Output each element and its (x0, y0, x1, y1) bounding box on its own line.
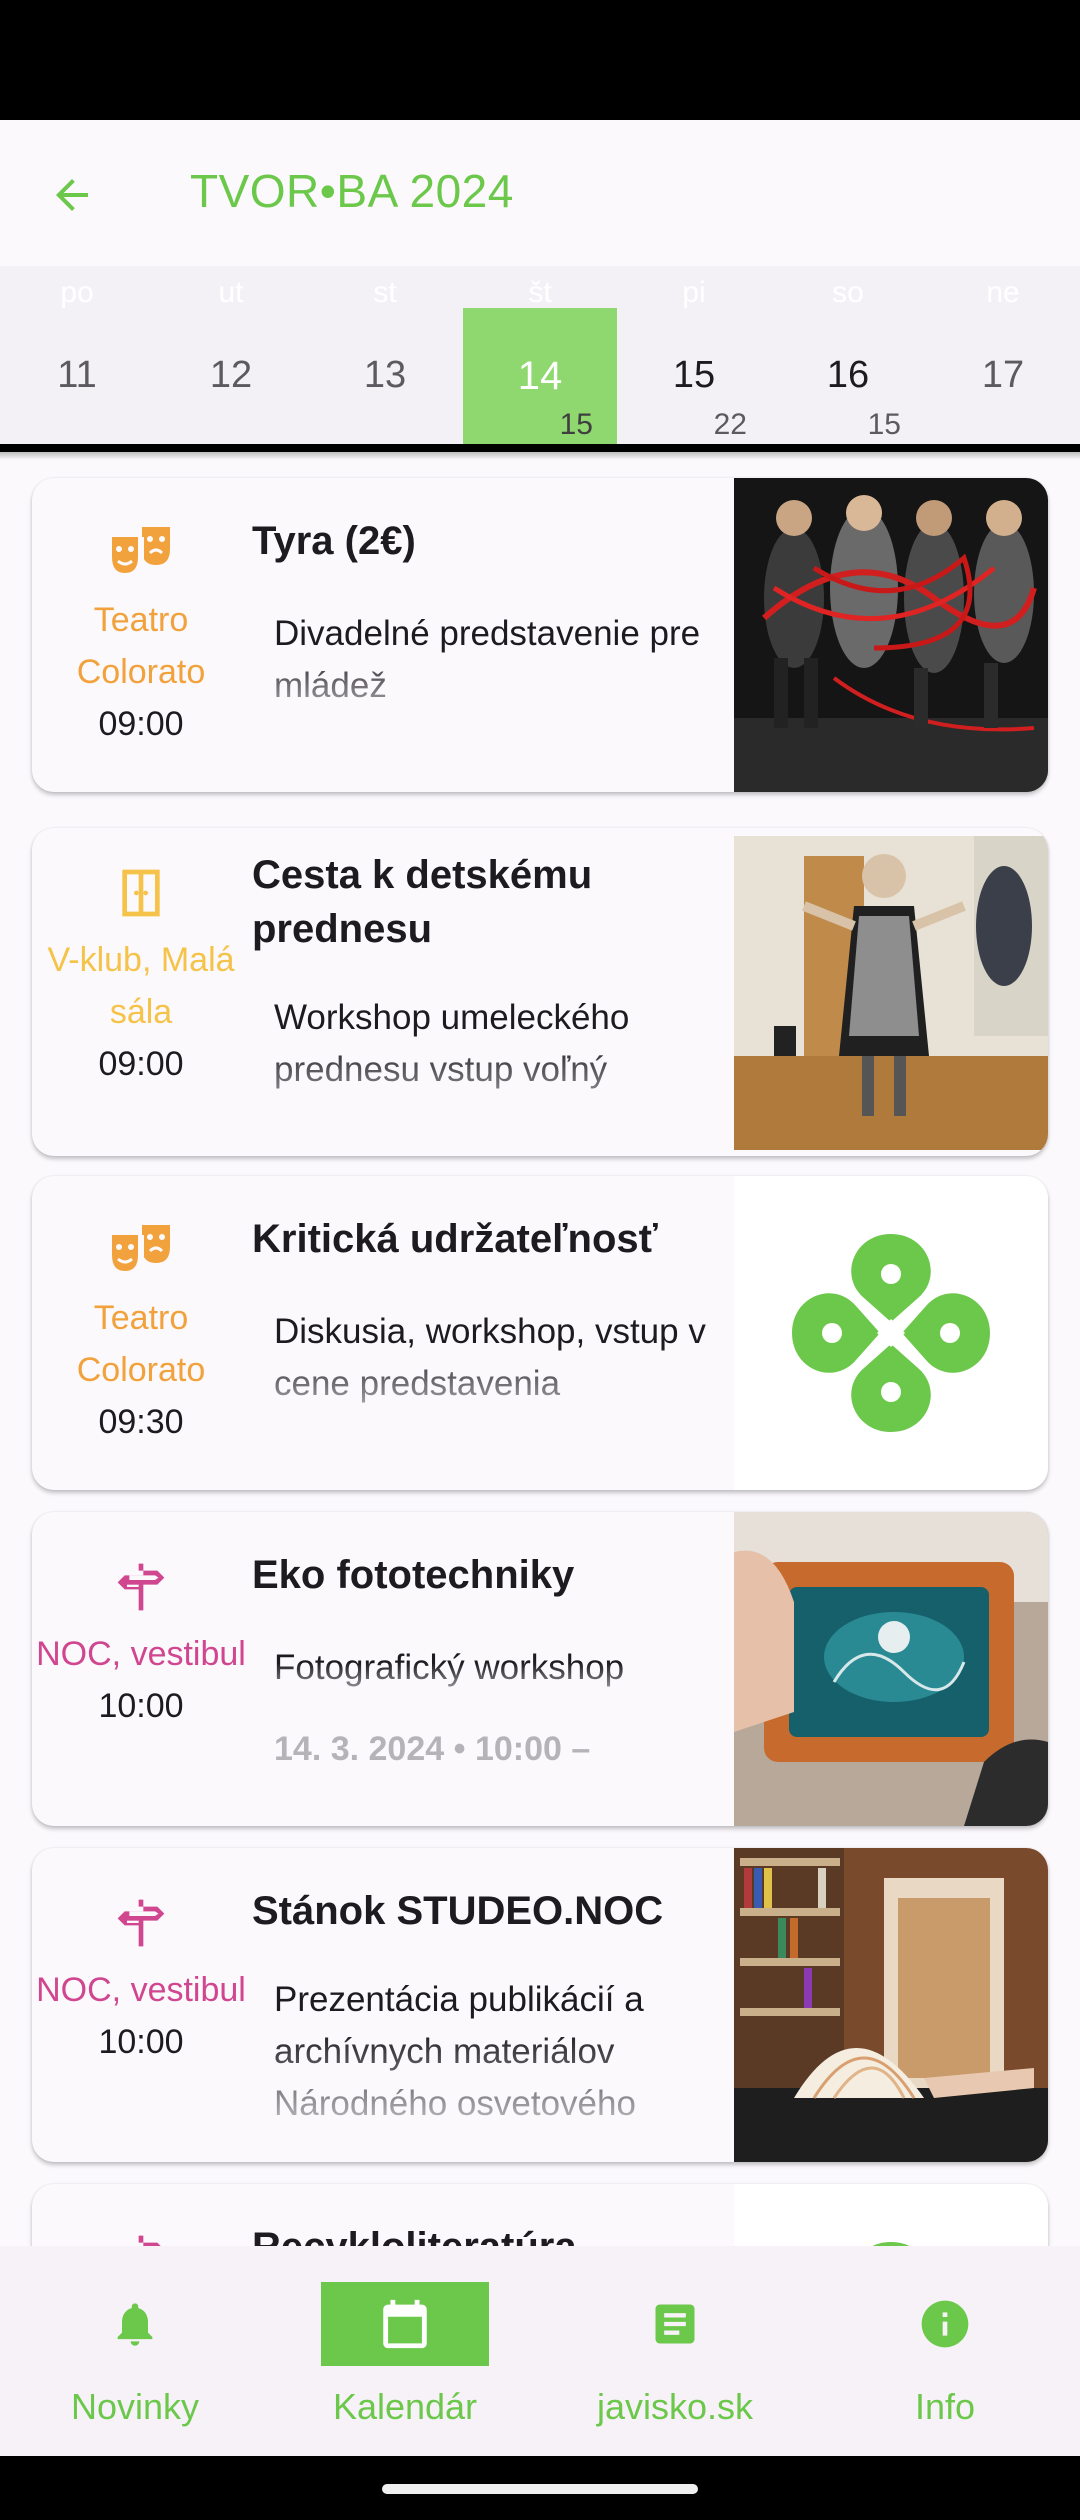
event-title: Cesta k detskému prednesu (252, 853, 593, 951)
festival-logo (734, 2184, 1048, 2246)
day-monday[interactable]: po 11 (0, 266, 154, 444)
page-title: TVOR•BA 2024 (190, 165, 514, 217)
day-number: 17 (981, 354, 1025, 396)
theatre-masks-icon (106, 518, 176, 588)
day-of-week: št (528, 276, 552, 309)
event-description: Diskusia, workshop, vstup v cene predsta… (274, 1312, 706, 1403)
event-card[interactable]: V-klub, Malá sála 09:00 Cesta k detskému… (32, 828, 1048, 1156)
bell-icon (117, 2303, 153, 2346)
signpost-icon (106, 1888, 176, 1958)
door-icon (106, 858, 176, 928)
day-of-week: pi (682, 276, 706, 309)
location-name: Teatro Colorato (76, 601, 206, 691)
bottom-navigation: Novinky Kalendár javisko.sk Info (0, 2246, 1080, 2456)
event-title: Kritická udržateľnosť (252, 1217, 658, 1261)
event-location: Teatro Colorato 09:30 (32, 1176, 250, 1448)
nav-label: Novinky (70, 2386, 200, 2427)
signpost-icon (106, 2224, 176, 2246)
day-of-week: st (373, 276, 397, 309)
event-location: NOC, vestibul 10:00 (32, 1512, 250, 1732)
festival-logo (734, 1176, 1048, 1490)
event-title: Tyra (2€) (252, 519, 416, 563)
event-card[interactable]: Teatro Colorato 09:00 Tyra (2€) Divadeln… (32, 478, 1048, 792)
gesture-handle[interactable] (382, 2484, 698, 2494)
event-list[interactable]: Teatro Colorato 09:00 Tyra (2€) Divadeln… (0, 460, 1080, 2246)
event-time: 10:00 (98, 1687, 184, 1725)
day-thursday-selected[interactable]: št 14 15 (463, 276, 617, 444)
signpost-icon (106, 1552, 176, 1622)
day-of-week: so (832, 276, 864, 309)
day-sunday[interactable]: ne 17 (926, 266, 1080, 444)
nav-label: Info (914, 2386, 976, 2427)
day-of-week: ne (986, 276, 1020, 309)
event-card[interactable]: Teatro Colorato 09:30 Kritická udržateľn… (32, 1176, 1048, 1490)
status-bar (0, 0, 1080, 120)
day-number: 14 (517, 354, 563, 398)
event-card[interactable]: Recykloliteratúra (32, 2184, 1048, 2246)
event-card[interactable]: NOC, vestibul 10:00 Eko fototechniky Fot… (32, 1512, 1048, 1826)
theatre-masks-icon (106, 1216, 176, 1286)
app-bar: TVOR•BA 2024 (0, 120, 1080, 266)
location-name: V-klub, Malá sála (47, 941, 235, 1031)
event-photo (734, 836, 1048, 1150)
nav-novinky[interactable]: Novinky (0, 2282, 270, 2428)
nav-javisko[interactable]: javisko.sk (540, 2282, 810, 2428)
event-time: 09:30 (98, 1403, 184, 1441)
day-number: 11 (57, 354, 97, 396)
event-time: 09:00 (98, 705, 184, 743)
day-friday[interactable]: pi 15 22 (617, 266, 771, 444)
event-description: Workshop umeleckého prednesu vstup voľný (274, 998, 630, 1089)
system-gesture-bar (0, 2456, 1080, 2520)
nav-label: javisko.sk (596, 2386, 754, 2427)
event-count: 15 (867, 408, 901, 441)
calendar-icon (383, 2299, 427, 2349)
event-location: Teatro Colorato 09:00 (32, 478, 250, 750)
day-of-week: ut (218, 276, 244, 309)
event-card[interactable]: NOC, vestibul 10:00 Stánok STUDEO.NOC Pr… (32, 1848, 1048, 2162)
location-name: Teatro Colorato (76, 1299, 206, 1389)
nav-label: Kalendár (332, 2386, 478, 2427)
week-divider (0, 444, 1080, 452)
event-description: Divadelné predstavenie pre mládež (274, 614, 701, 705)
event-photo (734, 1512, 1048, 1826)
back-button[interactable] (30, 153, 114, 237)
day-number: 12 (209, 354, 253, 396)
week-divider-shadow (0, 452, 1080, 460)
location-name: NOC, vestibul (36, 1635, 246, 1673)
event-time: 10:00 (98, 2023, 184, 2061)
event-count: 22 (713, 408, 747, 441)
day-tuesday[interactable]: ut 12 (154, 266, 308, 444)
nav-kalendar[interactable]: Kalendár (270, 2282, 540, 2428)
event-description: Prezentácia publikácií a archívnych mate… (274, 1980, 644, 2116)
event-date-range: 14. 3. 2024 • 10:00 – (274, 1730, 591, 1768)
day-of-week: po (60, 276, 94, 309)
day-saturday[interactable]: so 16 15 (771, 266, 925, 444)
day-number: 15 (672, 354, 716, 396)
info-icon (921, 2300, 969, 2348)
event-photo (734, 478, 1048, 792)
arrow-back-icon (56, 179, 88, 211)
event-location: V-klub, Malá sála 09:00 (32, 828, 250, 1090)
event-count: 15 (559, 408, 593, 441)
day-number: 13 (363, 354, 407, 396)
event-title: Stánok STUDEO.NOC (252, 1889, 664, 1933)
week-strip: po 11 ut 12 st 13 št 14 15 pi 15 22 so 1… (0, 266, 1080, 444)
nav-info[interactable]: Info (810, 2282, 1080, 2428)
event-time: 09:00 (98, 1045, 184, 1083)
location-name: NOC, vestibul (36, 1971, 246, 2009)
article-icon (655, 2304, 695, 2344)
event-description: Fotografický workshop (274, 1648, 625, 1687)
day-wednesday[interactable]: st 13 (308, 266, 462, 444)
event-title: Eko fototechniky (252, 1553, 575, 1597)
event-photo (734, 1848, 1048, 2162)
event-title: Recykloliteratúra (252, 2220, 742, 2246)
event-location: NOC, vestibul 10:00 (32, 1848, 250, 2068)
event-location (32, 2184, 250, 2246)
day-number: 16 (826, 354, 870, 396)
